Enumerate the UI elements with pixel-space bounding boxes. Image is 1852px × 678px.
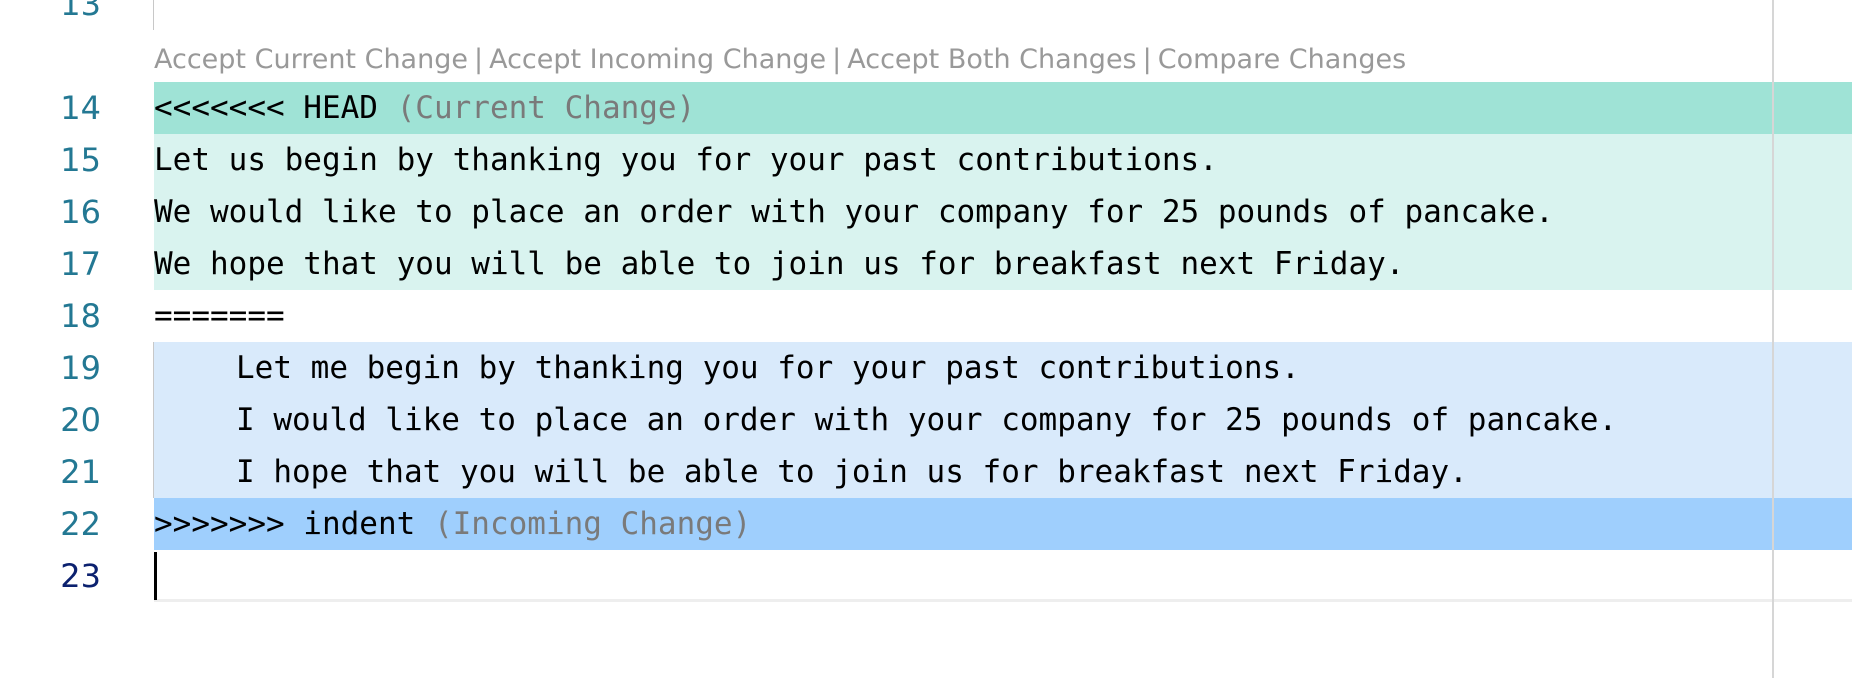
current-change-hint: (Current Change) [396,90,696,126]
current-change-header-line[interactable]: <<<<<<< HEAD (Current Change) [154,82,1852,134]
text-cursor [154,552,157,600]
code-editor[interactable]: 13 14 15 16 17 18 19 20 21 22 23 Accept … [0,0,1852,678]
vertical-ruler [1772,0,1774,678]
line-number: 14 [60,89,101,127]
incoming-change-footer-line[interactable]: >>>>>>> indent (Incoming Change) [154,498,1852,550]
line-number: 22 [60,505,101,543]
current-change-line[interactable]: We hope that you will be able to join us… [154,238,1852,290]
line-number: 13 [60,0,101,23]
active-code-line[interactable] [154,550,1852,602]
line-number: 21 [60,453,101,491]
line-number: 18 [60,297,101,335]
incoming-change-text: Let me begin by thanking you for your pa… [236,350,1300,386]
accept-current-change-action[interactable]: Accept Current Change [154,44,468,75]
active-line-number: 23 [60,557,101,595]
incoming-change-hint: (Incoming Change) [433,506,752,542]
current-change-line[interactable]: Let us begin by thanking you for your pa… [154,134,1852,186]
line-number: 17 [60,245,101,283]
conflict-separator-line[interactable]: ======= [154,290,1852,342]
incoming-change-text: I would like to place an order with your… [236,402,1618,438]
incoming-change-line[interactable]: I hope that you will be able to join us … [154,446,1852,498]
line-number: 19 [60,349,101,387]
incoming-change-line[interactable]: Let me begin by thanking you for your pa… [154,342,1852,394]
line-number: 15 [60,141,101,179]
incoming-change-text: I hope that you will be able to join us … [236,454,1468,490]
accept-incoming-change-action[interactable]: Accept Incoming Change [489,44,826,75]
conflict-start-marker: <<<<<<< HEAD [154,90,397,126]
current-change-line[interactable]: We would like to place an order with you… [154,186,1852,238]
line-number-gutter: 13 14 15 16 17 18 19 20 21 22 23 [0,0,154,678]
incoming-change-line[interactable]: I would like to place an order with your… [154,394,1852,446]
compare-changes-action[interactable]: Compare Changes [1158,44,1407,75]
conflict-end-marker: >>>>>>> indent [154,506,434,542]
indent-guide [153,0,154,30]
line-number: 16 [60,193,101,231]
line-number: 20 [60,401,101,439]
accept-both-changes-action[interactable]: Accept Both Changes [847,44,1136,75]
codelens-separator: | [473,44,484,75]
merge-conflict-codelens: Accept Current Change | Accept Incoming Ch… [154,37,1406,83]
codelens-separator: | [832,44,842,75]
indent-guide [153,342,154,498]
codelens-separator: | [1142,44,1152,75]
